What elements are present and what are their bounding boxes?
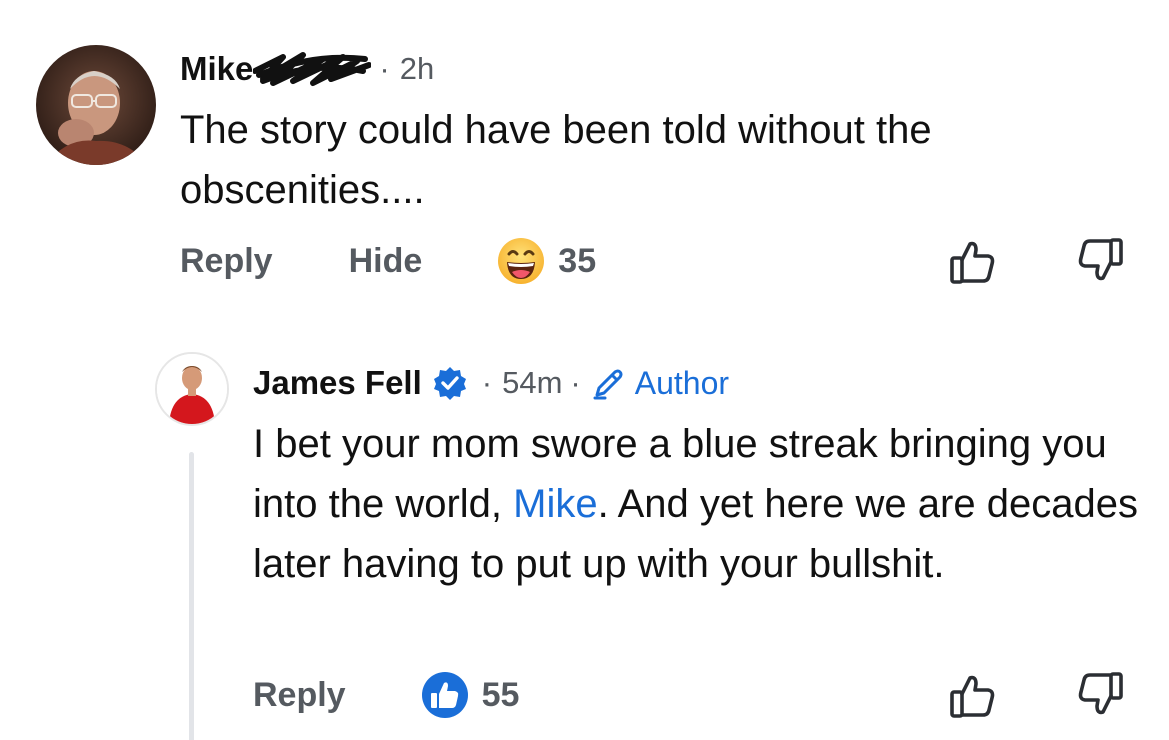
thumbs-up-icon: [950, 675, 995, 718]
like-button[interactable]: [948, 670, 998, 720]
comment-actions: Reply 55: [253, 670, 519, 720]
comment-header: James Fell · 54m · Author: [253, 360, 729, 406]
reply-button[interactable]: Reply: [180, 242, 273, 281]
comment-text: I bet your mom swore a blue streak bring…: [253, 414, 1153, 594]
laughing-emoji-icon: [498, 238, 545, 284]
reaction-count: 55: [481, 675, 520, 714]
comment-actions: Reply Hide 35: [180, 236, 596, 286]
timestamp: 2h: [399, 51, 435, 86]
avatar[interactable]: [36, 45, 156, 165]
like-button[interactable]: [948, 236, 998, 286]
avatar[interactable]: [155, 352, 229, 426]
separator-dot: ·: [570, 365, 581, 400]
mention-link[interactable]: Mike: [513, 482, 597, 526]
author-name[interactable]: Mike: [180, 50, 253, 88]
dislike-button[interactable]: [1075, 670, 1125, 720]
dislike-button[interactable]: [1075, 236, 1125, 286]
reaction-summary[interactable]: 55: [420, 670, 520, 720]
thumbs-down-icon: [1078, 238, 1123, 281]
author-badge-label: Author: [634, 364, 730, 401]
author-badge: Author: [591, 365, 729, 402]
separator-dot: ·: [379, 51, 390, 86]
comment-text: The story could have been told without t…: [180, 108, 932, 212]
thumbs-up-icon: [421, 672, 468, 718]
pencil-icon: [593, 369, 623, 400]
thumbs-up-icon: [950, 241, 995, 284]
thread-line: [189, 452, 194, 740]
reaction-summary[interactable]: 35: [496, 236, 596, 286]
verified-badge-icon: [433, 367, 466, 400]
separator-dot: ·: [481, 365, 493, 400]
comment-header: Mike · 2h: [180, 46, 434, 92]
reply-button[interactable]: Reply: [253, 676, 346, 715]
thumbs-down-icon: [1078, 672, 1123, 715]
reaction-count: 35: [558, 241, 597, 280]
author-name[interactable]: James Fell: [253, 364, 422, 402]
comment-thread: Mike · 2h The story could have been told…: [0, 0, 1169, 740]
timestamp: 54m: [502, 365, 563, 400]
redaction-scribble: [253, 52, 372, 86]
hide-button[interactable]: Hide: [349, 242, 423, 281]
